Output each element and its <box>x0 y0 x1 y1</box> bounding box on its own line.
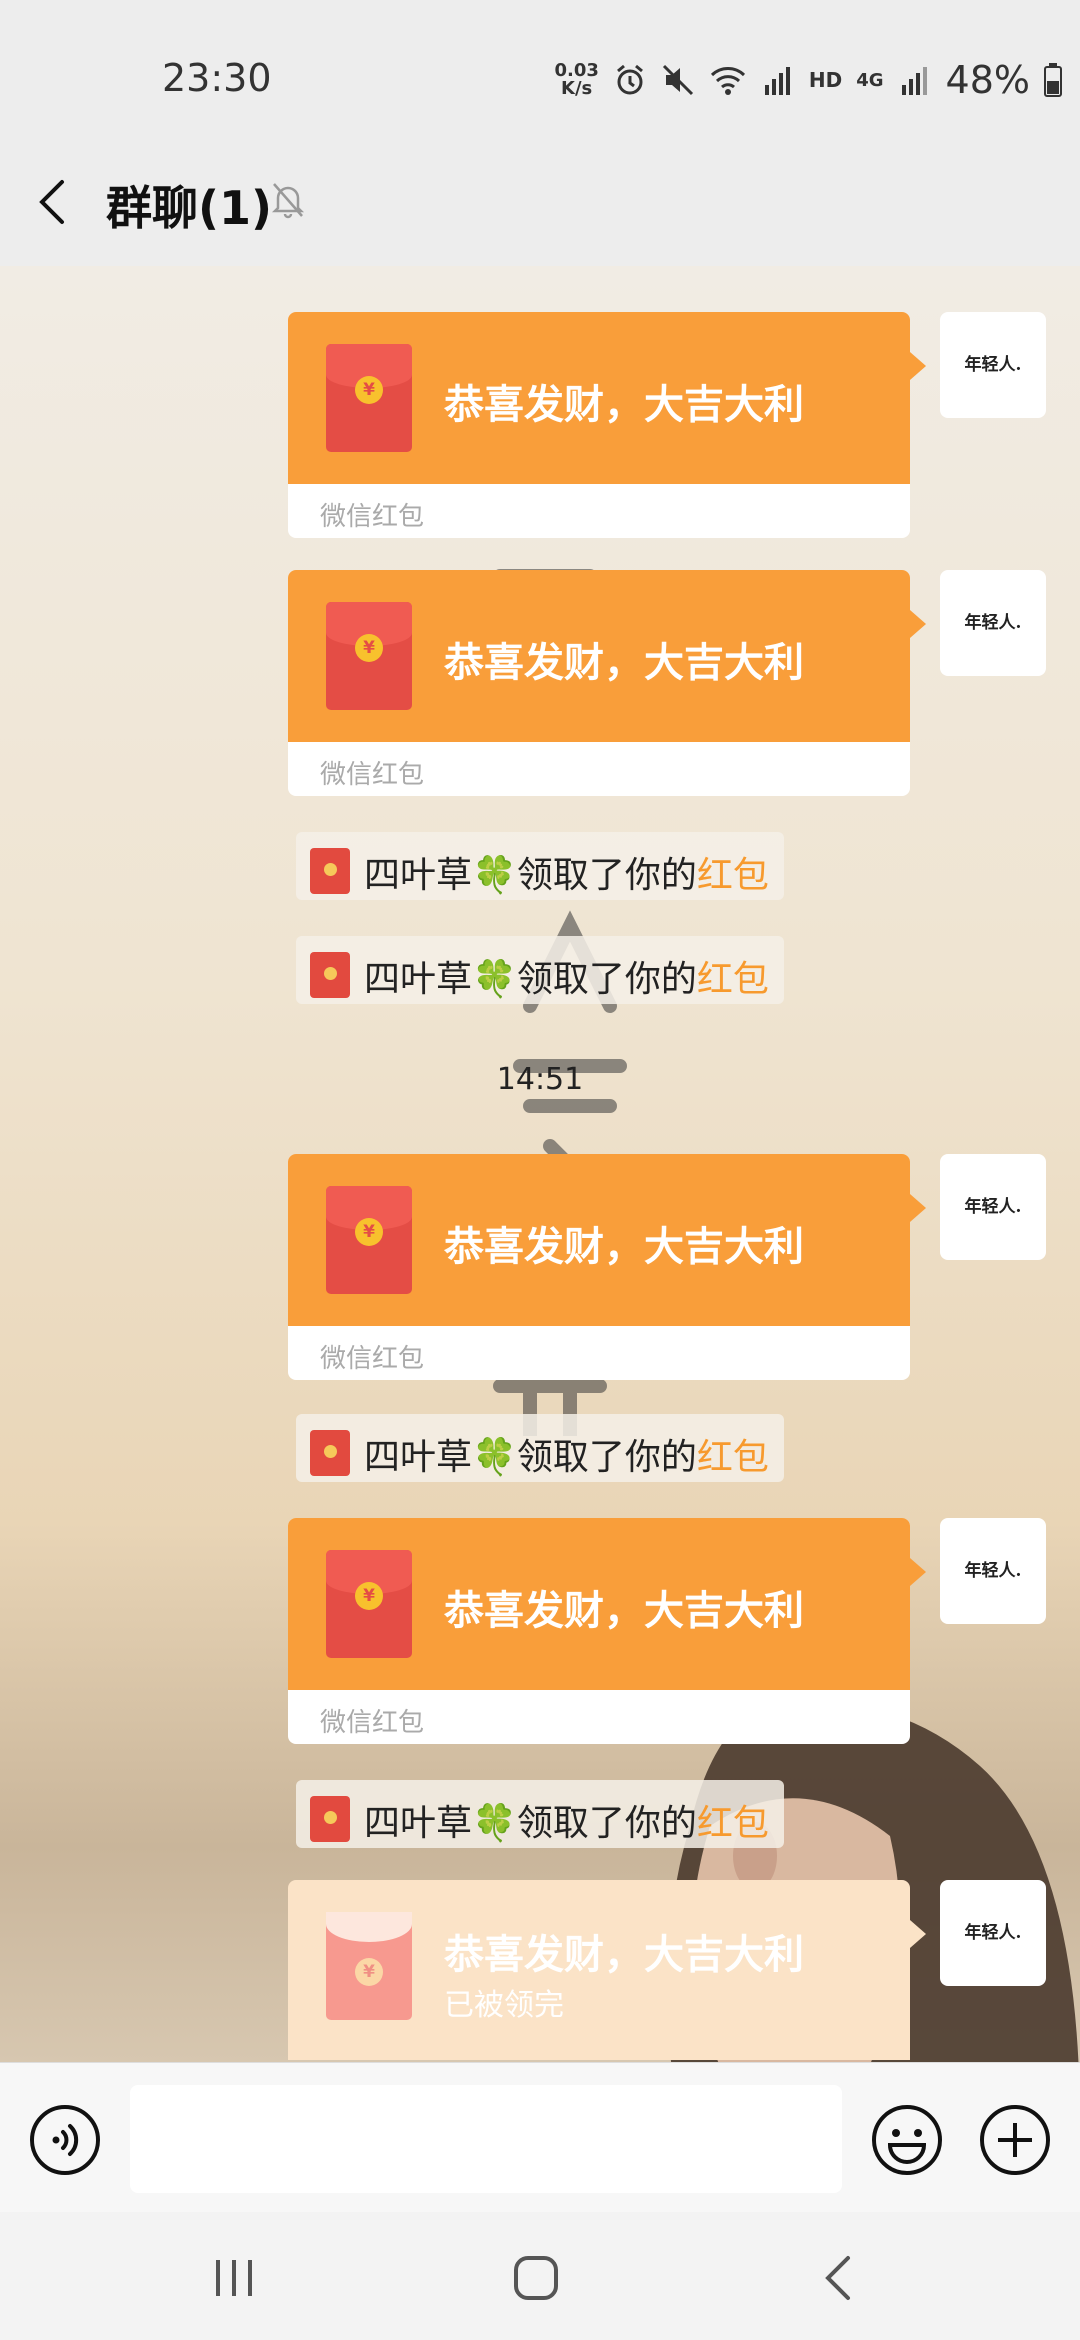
red-packet-small-icon <box>310 952 350 998</box>
red-packet-body: ¥ 恭喜发财，大吉大利 <box>288 312 926 484</box>
home-icon[interactable] <box>508 2250 564 2306</box>
red-packet-label: 微信红包 <box>320 502 425 532</box>
message-input-bar <box>0 2062 1080 2212</box>
red-packet-link[interactable]: 红包 <box>697 959 769 1000</box>
avatar[interactable]: 年轻人. <box>940 1880 1046 1986</box>
system-nav-bar <box>0 2212 1080 2340</box>
mute-icon <box>662 64 693 96</box>
red-packet-greeting: 恭喜发财，大吉大利 <box>444 640 804 686</box>
notice-text: 四叶草🍀领取了你的红包 <box>364 959 769 1000</box>
red-packet-link[interactable]: 红包 <box>697 1437 769 1478</box>
red-packet-greeting: 恭喜发财，大吉大利 <box>444 1224 804 1270</box>
status-icons: 0.03 K/s HD 4G 48% <box>554 58 1062 102</box>
red-packet-message[interactable]: ¥ 恭喜发财，大吉大利 微信红包 <box>288 312 926 538</box>
message-input[interactable] <box>130 2085 842 2193</box>
red-packet-body: ¥ 恭喜发财，大吉大利 <box>288 1154 926 1326</box>
muted-bell-icon <box>271 183 305 219</box>
red-envelope-icon: ¥ <box>326 1550 412 1658</box>
red-packet-small-icon <box>310 1796 350 1842</box>
red-packet-claimed-notice: 四叶草🍀领取了你的红包 <box>296 832 784 900</box>
plus-icon[interactable] <box>978 2103 1052 2177</box>
back-nav-icon[interactable] <box>812 2250 868 2306</box>
opened-envelope-icon: ¥ <box>326 1912 412 2020</box>
signal-icon-2 <box>901 67 927 95</box>
recent-apps-icon[interactable] <box>206 2250 262 2306</box>
red-packet-greeting: 恭喜发财，大吉大利 <box>444 382 804 428</box>
red-packet-claimed-notice: 四叶草🍀领取了你的红包 <box>296 1780 784 1848</box>
message-timestamp: 14:51 <box>496 1062 584 1097</box>
red-packet-label: 微信红包 <box>320 760 425 790</box>
avatar[interactable]: 年轻人. <box>940 570 1046 676</box>
wifi-icon <box>710 67 745 95</box>
hd-label: HD <box>808 68 843 92</box>
back-arrow-icon[interactable] <box>34 178 74 226</box>
red-packet-body: ¥ 恭喜发财，大吉大利 <box>288 1518 926 1690</box>
battery-icon <box>1044 63 1062 97</box>
opened-packet-status: 已被领完 <box>444 1988 564 2023</box>
network-type-label: 4G <box>856 69 884 91</box>
avatar[interactable]: 年轻人. <box>940 1154 1046 1260</box>
avatar[interactable]: 年轻人. <box>940 312 1046 418</box>
avatar[interactable]: 年轻人. <box>940 1518 1046 1624</box>
chat-header: 群聊(1) <box>0 140 1080 266</box>
battery-percent: 48% <box>945 58 1030 102</box>
red-packet-message[interactable]: ¥ 恭喜发财，大吉大利 微信红包 <box>288 1518 926 1744</box>
red-packet-small-icon <box>310 1430 350 1476</box>
red-packet-label: 微信红包 <box>320 1708 425 1738</box>
opened-packet-greeting: 恭喜发财，大吉大利 <box>444 1932 804 1978</box>
red-packet-claimed-notice: 四叶草🍀领取了你的红包 <box>296 936 784 1004</box>
notice-text: 四叶草🍀领取了你的红包 <box>364 855 769 896</box>
red-packet-claimed-notice: 四叶草🍀领取了你的红包 <box>296 1414 784 1482</box>
red-packet-small-icon <box>310 848 350 894</box>
notice-text: 四叶草🍀领取了你的红包 <box>364 1803 769 1844</box>
red-packet-link[interactable]: 红包 <box>697 855 769 896</box>
red-packet-message[interactable]: ¥ 恭喜发财，大吉大利 微信红包 <box>288 1154 926 1380</box>
red-envelope-icon: ¥ <box>326 602 412 710</box>
red-envelope-icon: ¥ <box>326 1186 412 1294</box>
voice-input-icon[interactable] <box>28 2103 102 2177</box>
red-packet-link[interactable]: 红包 <box>697 1803 769 1844</box>
emoji-icon[interactable] <box>870 2103 944 2177</box>
opened-red-packet-message[interactable]: ¥ 恭喜发财，大吉大利 已被领完 <box>288 1880 926 2060</box>
red-packet-message[interactable]: ¥ 恭喜发财，大吉大利 微信红包 <box>288 570 926 796</box>
red-packet-label: 微信红包 <box>320 1344 425 1374</box>
alarm-icon <box>616 64 643 95</box>
status-time: 23:30 <box>162 56 272 100</box>
signal-icon <box>764 67 790 95</box>
chat-title: 群聊(1) <box>106 181 273 235</box>
status-bar: 23:30 0.03 K/s HD 4G 48% <box>0 0 1080 140</box>
red-envelope-icon: ¥ <box>326 344 412 452</box>
red-packet-greeting: 恭喜发财，大吉大利 <box>444 1588 804 1634</box>
red-packet-body: ¥ 恭喜发财，大吉大利 <box>288 570 926 742</box>
notice-text: 四叶草🍀领取了你的红包 <box>364 1437 769 1478</box>
network-speed: 0.03 K/s <box>554 60 599 99</box>
